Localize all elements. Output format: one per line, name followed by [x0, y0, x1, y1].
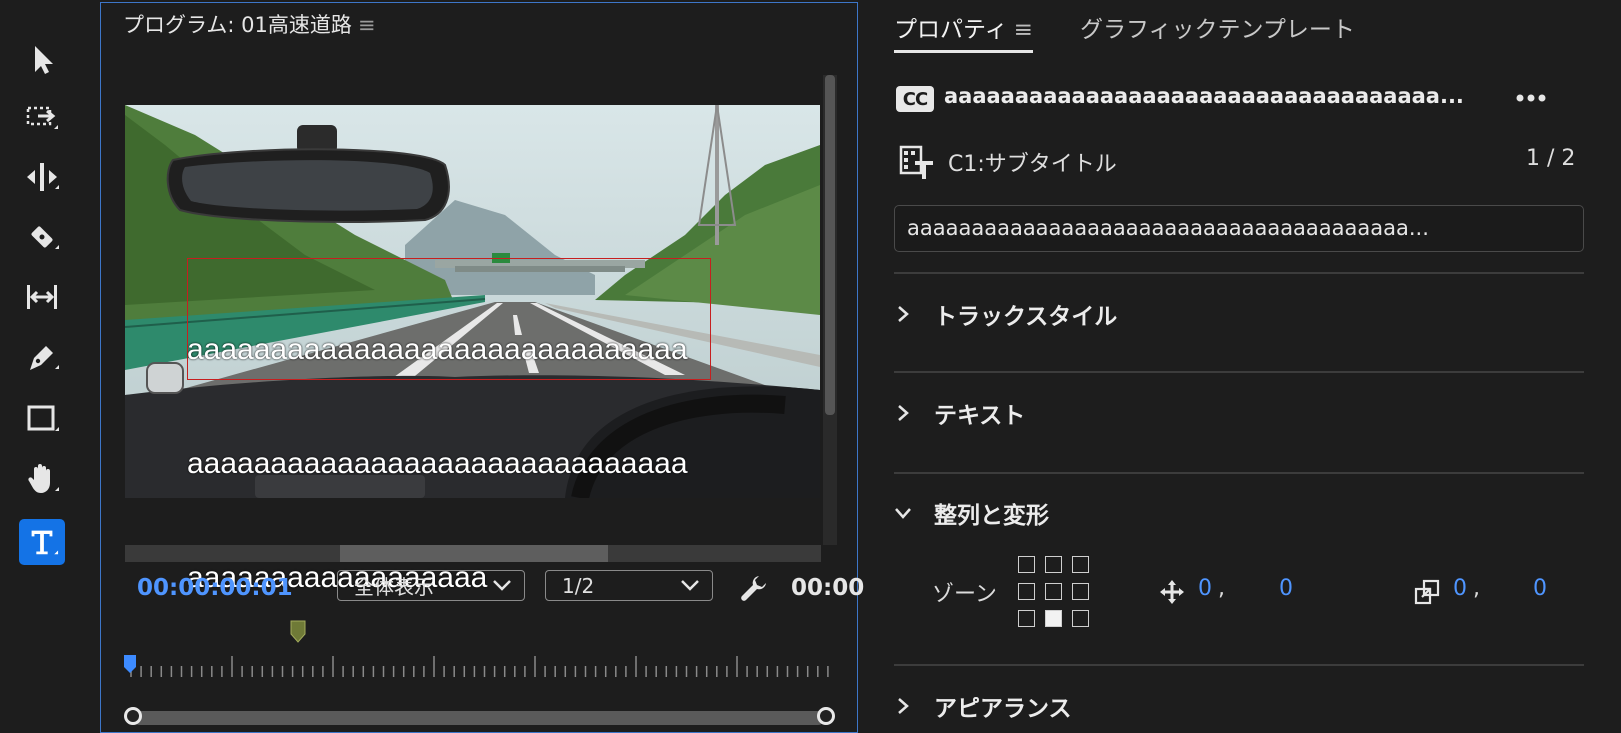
section-appearance-label: アピアランス: [934, 696, 1072, 722]
zone-cell-middle-left[interactable]: [1018, 583, 1035, 600]
tools-panel: [0, 0, 88, 733]
razor-icon: [31, 226, 59, 249]
zoom-scrollbar-start-handle[interactable]: [124, 707, 142, 725]
program-monitor-title[interactable]: プログラム: 01高速道路 ≡: [123, 9, 375, 39]
hand-tool[interactable]: [19, 455, 65, 501]
zone-label: ゾーン: [932, 582, 997, 607]
caption-track-icon: [899, 145, 933, 179]
section-text[interactable]: テキスト: [894, 393, 1025, 433]
panel-menu-icon[interactable]: ≡: [1014, 17, 1033, 43]
track-select-forward-tool[interactable]: [19, 94, 65, 140]
zone-cell-bottom-left[interactable]: [1018, 610, 1035, 627]
tab-graphic-templates[interactable]: グラフィックテンプレート: [1080, 10, 1355, 44]
section-align-transform[interactable]: 整列と変形: [894, 493, 1049, 533]
slip-icon: [27, 285, 57, 309]
scale-x-value[interactable]: 0: [1453, 576, 1467, 601]
position-x-value[interactable]: 0: [1198, 576, 1212, 601]
caption-text-value: aaaaaaaaaaaaaaaaaaaaaaaaaaaaaaaaaaaaaaa.…: [907, 216, 1429, 240]
tab-properties-label: プロパティ: [894, 17, 1008, 43]
pen-tool[interactable]: [19, 334, 65, 380]
zone-cell-middle-center[interactable]: [1045, 583, 1062, 600]
marker-flag-icon[interactable]: [290, 620, 306, 644]
type-tool[interactable]: [19, 519, 65, 565]
zone-selector-grid[interactable]: [1018, 556, 1098, 634]
zoom-scrollbar[interactable]: [133, 711, 825, 725]
zone-cell-middle-right[interactable]: [1072, 583, 1089, 600]
zone-cell-top-center[interactable]: [1045, 556, 1062, 573]
chevron-right-icon: [898, 306, 909, 322]
section-text-label: テキスト: [934, 403, 1026, 429]
wrench-settings-icon[interactable]: [739, 573, 769, 603]
position-move-icon: [1160, 580, 1184, 604]
subtitle-line: aaaaaaaaaaaaaaaaaaaaaaaaaaaaaa: [187, 447, 688, 480]
chevron-down-icon: [681, 580, 699, 591]
divider: [894, 472, 1584, 474]
track-select-forward-icon: [26, 106, 58, 129]
selection-tool[interactable]: [19, 36, 65, 82]
chevron-down-icon: [493, 580, 511, 591]
caption-track-count: 1 / 2: [1526, 146, 1576, 171]
playhead-timecode[interactable]: 00:00:00:01: [137, 575, 293, 601]
position-separator: ,: [1218, 576, 1225, 601]
caption-track-name: C1:サブタイトル: [948, 152, 1117, 177]
chevron-right-icon: [898, 405, 909, 421]
playback-resolution-value: 1/2: [562, 573, 595, 598]
zoom-scrollbar-end-handle[interactable]: [817, 707, 835, 725]
zone-cell-top-left[interactable]: [1018, 556, 1035, 573]
playhead-marker[interactable]: [123, 655, 137, 675]
chevron-right-icon: [898, 698, 909, 714]
duration-timecode: 00:00: [791, 575, 865, 601]
ripple-edit-icon: [27, 163, 59, 191]
chevron-down-icon: [895, 508, 911, 519]
divider: [894, 272, 1584, 274]
divider: [894, 664, 1584, 666]
rectangle-tool[interactable]: [19, 395, 65, 441]
selection-arrow-icon: [35, 46, 53, 74]
subtitle-overlay-text[interactable]: aaaaaaaaaaaaaaaaaaaaaaaaaaaaaa aaaaaaaaa…: [187, 255, 727, 673]
razor-tool[interactable]: [19, 214, 65, 260]
hand-icon: [28, 464, 59, 493]
type-tool-icon: [31, 530, 59, 555]
rectangle-icon: [27, 405, 59, 431]
more-options-icon[interactable]: [1510, 88, 1554, 108]
slip-tool[interactable]: [19, 274, 65, 320]
caption-clip-name: aaaaaaaaaaaaaaaaaaaaaaaaaaaaaaaaaaa...: [944, 84, 1464, 108]
program-monitor-panel: プログラム: 01高速道路 ≡ aaaaaaaaaaaaaaaaaaaaaaaa…: [100, 2, 864, 733]
section-appearance[interactable]: アピアランス: [894, 686, 1072, 726]
zone-cell-bottom-center-selected[interactable]: [1045, 610, 1062, 627]
vertical-scrollbar[interactable]: [823, 75, 837, 545]
section-track-style-label: トラックスタイル: [934, 304, 1118, 330]
program-title-text: プログラム: 01高速道路: [123, 13, 352, 37]
position-y-value[interactable]: 0: [1279, 576, 1293, 601]
time-ruler[interactable]: [125, 653, 833, 679]
tab-properties[interactable]: プロパティ ≡: [894, 10, 1033, 53]
zone-cell-bottom-right[interactable]: [1072, 610, 1089, 627]
zoom-level-value: 全体表示: [354, 575, 434, 599]
playback-resolution-dropdown[interactable]: 1/2: [545, 570, 713, 601]
scale-separator: ,: [1473, 576, 1480, 601]
pen-icon: [30, 346, 59, 370]
scale-size-icon: [1414, 579, 1440, 605]
section-align-transform-label: 整列と変形: [934, 503, 1049, 529]
closed-caption-icon: CC: [896, 86, 934, 112]
zoom-level-dropdown[interactable]: 全体表示: [337, 570, 525, 601]
zone-cell-top-right[interactable]: [1072, 556, 1089, 573]
caption-text-field[interactable]: aaaaaaaaaaaaaaaaaaaaaaaaaaaaaaaaaaaaaaa.…: [894, 205, 1584, 252]
scale-y-value[interactable]: 0: [1533, 576, 1547, 601]
properties-panel: プロパティ ≡ グラフィックテンプレート CC aaaaaaaaaaaaaaaaa…: [868, 0, 1621, 733]
horizontal-scrollbar[interactable]: [125, 545, 821, 562]
divider: [894, 371, 1584, 373]
section-track-style[interactable]: トラックスタイル: [894, 294, 1117, 334]
ripple-edit-tool[interactable]: [19, 154, 65, 200]
panel-menu-icon[interactable]: ≡: [358, 13, 376, 37]
subtitle-line: aaaaaaaaaaaaaaaaaaaaaaaaaaaaaa: [187, 333, 688, 366]
